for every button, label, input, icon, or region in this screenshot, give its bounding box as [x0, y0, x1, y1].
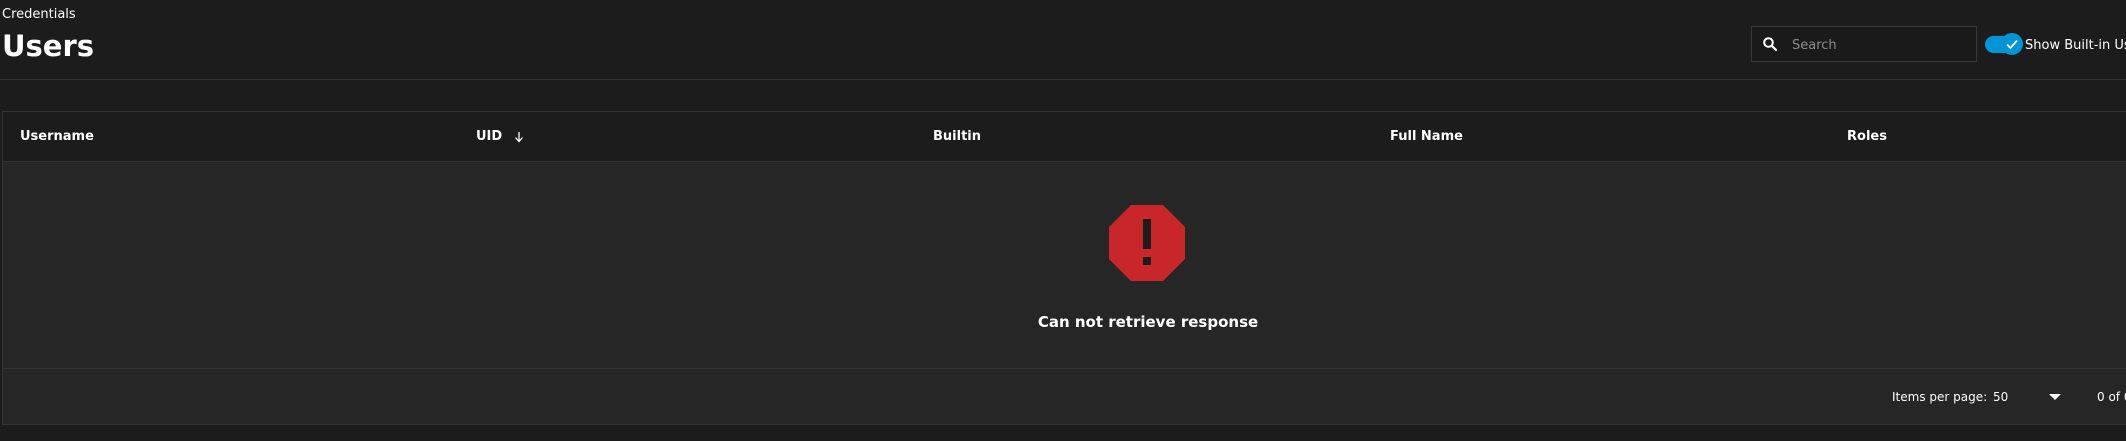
table-footer: Items per page: 50 0 of 0	[3, 368, 2126, 425]
items-per-page-label: Items per page:	[1892, 390, 1988, 404]
users-page: Credentials Users Show Built-in Users Us…	[0, 0, 2126, 441]
column-header-roles[interactable]: Roles	[1847, 129, 1887, 144]
items-per-page-value: 50	[1993, 390, 2009, 404]
column-label: Builtin	[933, 129, 982, 144]
search-box[interactable]	[1751, 26, 1977, 63]
error-octagon-icon	[1109, 205, 1185, 281]
show-builtin-users-label[interactable]: Show Built-in Users	[2025, 38, 2126, 53]
breadcrumb[interactable]: Credentials	[2, 7, 76, 22]
error-message: Can not retrieve response	[1037, 313, 1259, 331]
users-table: Username UID Builtin Full Name Roles Can…	[2, 111, 2126, 425]
toggle-knob	[2001, 33, 2023, 55]
pagination-range: 0 of 0	[2097, 390, 2126, 404]
column-label: UID	[476, 129, 503, 144]
column-label: Username	[20, 129, 94, 144]
check-icon	[2006, 39, 2018, 50]
table-header: Username UID Builtin Full Name Roles	[3, 112, 2126, 162]
column-header-full-name[interactable]: Full Name	[1390, 129, 1463, 144]
column-header-username[interactable]: Username	[20, 129, 94, 144]
header-divider	[0, 79, 2126, 80]
sort-arrow-down-icon	[514, 131, 523, 142]
show-builtin-users-toggle[interactable]	[1985, 33, 2023, 55]
items-per-page-select[interactable]: 50	[1993, 385, 2063, 409]
caret-down-icon	[2049, 394, 2061, 400]
column-header-uid[interactable]: UID	[476, 129, 524, 144]
column-label: Full Name	[1390, 129, 1463, 144]
column-header-builtin[interactable]: Builtin	[933, 129, 981, 144]
search-icon	[1763, 37, 1778, 52]
search-input[interactable]	[1790, 27, 1974, 63]
page-title: Users	[2, 29, 95, 63]
column-label: Roles	[1847, 129, 1887, 144]
